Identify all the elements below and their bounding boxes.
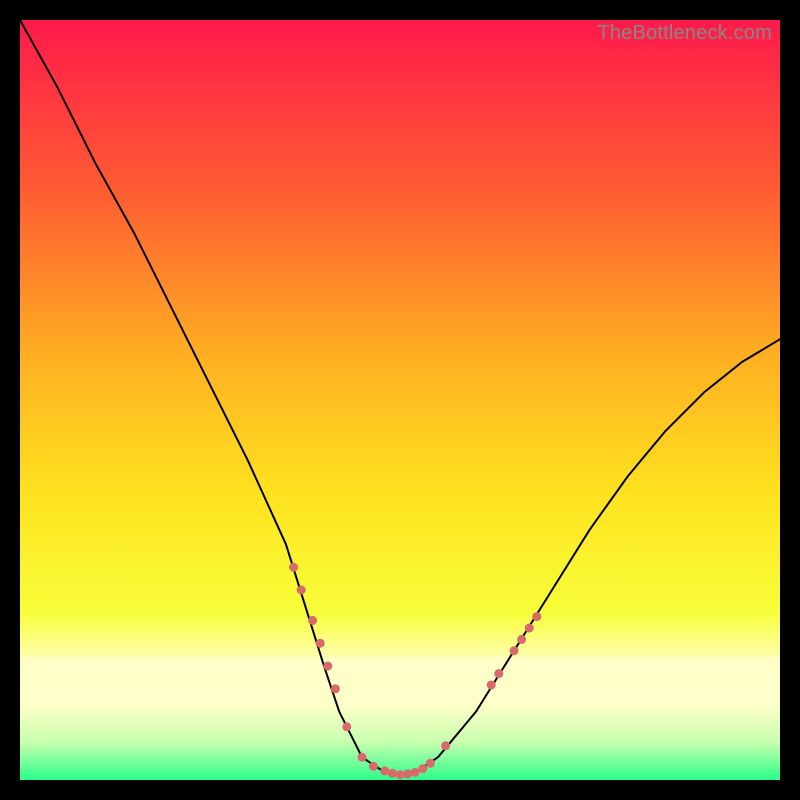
dot [532,612,541,621]
dot [323,662,332,671]
dot [308,616,317,625]
dot [517,635,526,644]
dot [289,563,298,572]
dot [388,769,397,778]
dot [494,669,503,678]
dot [426,759,435,768]
chart-frame: TheBottleneck.com [20,20,780,780]
dot [358,753,367,762]
dot [331,684,340,693]
dot [487,681,496,690]
chart-svg [20,20,780,780]
dot [396,770,405,779]
dot [525,624,534,633]
dot [369,762,378,771]
pale-band [20,657,780,703]
dot [316,639,325,648]
dot [403,769,412,778]
watermark-text: TheBottleneck.com [597,22,772,45]
dot [510,646,519,655]
dot [297,586,306,595]
dot [342,722,351,731]
dot [441,741,450,750]
dot [380,766,389,775]
dot [418,764,427,773]
